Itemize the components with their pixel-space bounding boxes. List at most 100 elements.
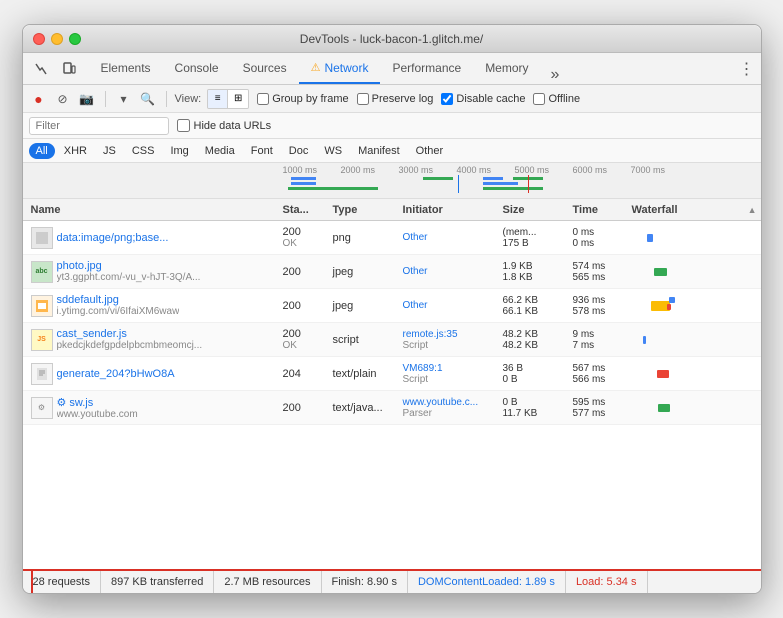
transferred-size: 897 KB transferred: [101, 571, 214, 593]
device-icon[interactable]: [57, 57, 81, 81]
cell-size-1: (mem... 175 B: [503, 227, 573, 249]
type-btn-ws[interactable]: WS: [317, 143, 349, 159]
cell-status-6: 200: [283, 402, 333, 414]
search-button[interactable]: 🔍: [138, 89, 158, 109]
col-header-waterfall[interactable]: Waterfall ▲: [628, 204, 761, 216]
mini-timeline: 1000 ms 2000 ms 3000 ms 4000 ms 5000 ms …: [23, 163, 761, 199]
thumb-4: JS: [31, 329, 53, 351]
cell-status-4: 200 OK: [283, 328, 333, 351]
cell-size-6: 0 B 11.7 KB: [503, 397, 573, 419]
cell-initiator-1: Other: [403, 232, 503, 243]
cell-time-4: 9 ms 7 ms: [573, 329, 628, 351]
filter-input[interactable]: [29, 117, 169, 135]
col-header-status[interactable]: Sta...: [283, 204, 333, 216]
type-btn-font[interactable]: Font: [244, 143, 280, 159]
waterfall-bar-1: [647, 234, 652, 242]
tab-memory[interactable]: Memory: [473, 53, 540, 84]
load-marker: [528, 175, 529, 193]
type-btn-doc[interactable]: Doc: [282, 143, 316, 159]
tab-performance[interactable]: Performance: [380, 53, 473, 84]
filter-button[interactable]: ▾: [114, 89, 134, 109]
cell-initiator-5: VM689:1 Script: [403, 363, 503, 385]
inspect-icon[interactable]: [29, 57, 53, 81]
table-row[interactable]: JS cast_sender.js pkedcjkdefgpdelpbcmbme…: [23, 323, 761, 357]
cell-waterfall-5: [628, 357, 761, 391]
type-btn-other[interactable]: Other: [409, 143, 451, 159]
type-btn-all[interactable]: All: [29, 143, 55, 159]
row-name-6: ⚙ sw.js: [57, 396, 138, 409]
camera-button[interactable]: 📷: [77, 89, 97, 109]
clear-button[interactable]: ⊘: [53, 89, 73, 109]
cell-waterfall-4: [628, 323, 761, 357]
tab-elements[interactable]: Elements: [89, 53, 163, 84]
type-btn-css[interactable]: CSS: [125, 143, 162, 159]
type-btn-manifest[interactable]: Manifest: [351, 143, 407, 159]
thumb-5: [31, 363, 53, 385]
col-header-time[interactable]: Time: [573, 204, 628, 216]
devtools-menu-button[interactable]: ⋮: [739, 59, 755, 79]
cell-initiator-4: remote.js:35 Script: [403, 329, 503, 351]
table-row[interactable]: ⚙ ⚙ sw.js www.youtube.com 200 text/java.…: [23, 391, 761, 425]
more-tabs-button[interactable]: »: [545, 66, 566, 84]
col-header-initiator[interactable]: Initiator: [403, 204, 503, 216]
cell-size-3: 66.2 KB 66.1 KB: [503, 295, 573, 317]
cell-initiator-3: Other: [403, 300, 503, 311]
mini-bar-6: [483, 182, 518, 185]
dcl-marker: [458, 175, 459, 193]
hide-data-urls-checkbox[interactable]: [177, 119, 190, 132]
view-label: View:: [175, 93, 202, 105]
col-header-size[interactable]: Size: [503, 204, 573, 216]
view-grid-button[interactable]: ⊞: [228, 90, 248, 108]
offline-label: Offline: [548, 93, 580, 105]
preserve-log-checkbox[interactable]: [357, 93, 369, 105]
disable-cache-checkbox-row: Disable cache: [441, 93, 525, 105]
col-header-type[interactable]: Type: [333, 204, 403, 216]
table-row[interactable]: sddefault.jpg i.ytimg.com/vi/6IfaiXM6waw…: [23, 289, 761, 323]
preserve-log-label: Preserve log: [372, 93, 434, 105]
type-btn-media[interactable]: Media: [198, 143, 242, 159]
table-row[interactable]: abc photo.jpg yt3.ggpht.com/-vu_v-hJT-3Q…: [23, 255, 761, 289]
thumb-1: [31, 227, 53, 249]
view-list-button[interactable]: ≡: [208, 90, 228, 108]
separator-2: [166, 91, 167, 107]
type-btn-js[interactable]: JS: [96, 143, 123, 159]
table-header: Name Sta... Type Initiator Size Time Wat…: [23, 199, 761, 221]
cell-status-2: 200: [283, 266, 333, 278]
hide-data-urls-label: Hide data URLs: [194, 120, 272, 132]
cell-size-2: 1.9 KB 1.8 KB: [503, 261, 573, 283]
col-header-name[interactable]: Name: [23, 204, 283, 216]
thumb-2: abc: [31, 261, 53, 283]
maximize-button[interactable]: [69, 33, 81, 45]
row-name-2: photo.jpg: [57, 260, 201, 272]
filter-bar: Hide data URLs: [23, 113, 761, 139]
table-row[interactable]: generate_204?bHwO8A 204 text/plain VM689…: [23, 357, 761, 391]
minimize-button[interactable]: [51, 33, 63, 45]
offline-checkbox[interactable]: [533, 93, 545, 105]
resources-size: 2.7 MB resources: [214, 571, 321, 593]
nav-icons: [29, 57, 81, 81]
tab-sources[interactable]: Sources: [231, 53, 299, 84]
disable-cache-checkbox[interactable]: [441, 93, 453, 105]
tab-network[interactable]: ⚠ Network: [299, 53, 381, 84]
type-btn-img[interactable]: Img: [163, 143, 195, 159]
cell-name-5: generate_204?bHwO8A: [23, 363, 283, 385]
cell-initiator-6: www.youtube.c... Parser: [403, 397, 503, 419]
record-button[interactable]: ●: [29, 89, 49, 109]
cell-type-5: text/plain: [333, 368, 403, 380]
cell-type-2: jpeg: [333, 266, 403, 278]
close-button[interactable]: [33, 33, 45, 45]
mini-bar-5: [483, 177, 503, 180]
type-btn-xhr[interactable]: XHR: [57, 143, 94, 159]
row-name-4: cast_sender.js: [57, 328, 203, 340]
mini-bar-1: [291, 177, 316, 180]
title-bar: DevTools - luck-bacon-1.glitch.me/: [23, 25, 761, 53]
cell-waterfall-1: [628, 221, 761, 255]
table-row[interactable]: data:image/png;base... 200 OK png Other …: [23, 221, 761, 255]
cell-type-6: text/java...: [333, 402, 403, 414]
sort-arrow-icon: ▲: [748, 205, 757, 215]
separator-1: [105, 91, 106, 107]
tab-console[interactable]: Console: [163, 53, 231, 84]
row-name-5: generate_204?bHwO8A: [57, 368, 175, 380]
mini-bar-3: [288, 187, 378, 190]
group-by-frame-checkbox[interactable]: [257, 93, 269, 105]
